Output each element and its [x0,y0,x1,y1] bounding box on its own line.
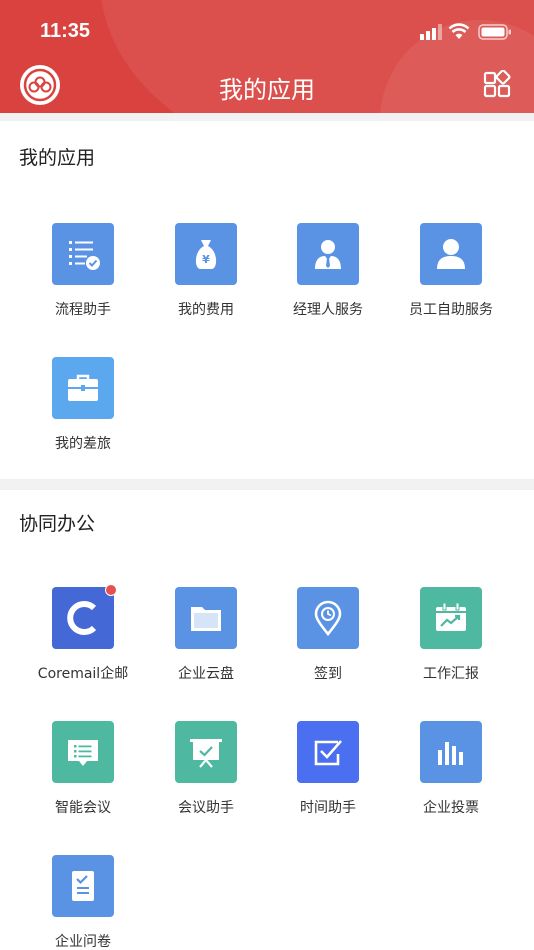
app-label: 企业问卷 [55,934,111,950]
app-label: 流程助手 [55,302,111,318]
checklist-icon [52,223,114,285]
status-time: 11:35 [40,20,91,42]
coremail-icon [52,584,117,649]
employee-icon [420,223,482,285]
checkbox-icon [297,721,359,783]
app-header: 11:35 我的应用 [0,0,534,113]
section-title: 协同办公 [19,513,96,535]
app-label: 会议助手 [178,800,234,816]
bar-chart-icon [420,721,482,783]
section-collaboration: 协同办公 Coremail企邮 企业云盘 签到 工作汇报 智能会议 会议助手 时… [0,490,534,950]
app-manager-service[interactable]: 经理人服务 [273,223,383,319]
app-label: 工作汇报 [423,666,479,682]
app-meeting-assistant[interactable]: 会议助手 [151,721,261,817]
page-title: 我的应用 [219,76,315,104]
calendar-chart-icon [420,587,482,649]
battery-icon [478,24,511,40]
app-process-assistant[interactable]: 流程助手 [28,223,138,319]
app-enterprise-vote[interactable]: 企业投票 [396,721,506,817]
app-label: 经理人服务 [293,302,363,318]
app-label: 我的差旅 [55,436,111,452]
signal-icon [420,24,442,40]
app-label: 企业投票 [423,800,479,816]
app-label: 签到 [314,666,342,682]
app-check-in[interactable]: 签到 [273,587,383,683]
section-title: 我的应用 [19,147,96,169]
location-pin-icon [297,587,359,649]
app-time-assistant[interactable]: 时间助手 [273,721,383,817]
status-bar: 11:35 [0,0,534,62]
app-enterprise-survey[interactable]: 企业问卷 [28,855,138,950]
document-check-icon [52,855,114,917]
chat-bubble-icon [52,721,114,783]
section-my-apps: 我的应用 流程助手 ¥ 我的费用 经理人服务 员工自助服务 我的差旅 [0,121,534,479]
money-bag-icon: ¥ [175,223,237,285]
app-label: 我的费用 [178,302,234,318]
app-cloud-drive[interactable]: 企业云盘 [151,587,261,683]
presentation-board-icon [175,721,237,783]
app-work-report[interactable]: 工作汇报 [396,587,506,683]
briefcase-icon [52,357,114,419]
manager-icon [297,223,359,285]
app-grid-icon[interactable] [482,70,512,100]
app-label: 时间助手 [300,800,356,816]
app-my-expenses[interactable]: ¥ 我的费用 [151,223,261,319]
app-label: 员工自助服务 [409,302,493,318]
app-label: 企业云盘 [178,666,234,682]
folder-icon [175,587,237,649]
svg-text:¥: ¥ [202,253,210,266]
wifi-icon [448,23,470,39]
app-label: 智能会议 [55,800,111,816]
app-smart-meeting[interactable]: 智能会议 [28,721,138,817]
notification-badge [105,584,117,596]
app-employee-self-service[interactable]: 员工自助服务 [396,223,506,319]
app-label: Coremail企邮 [37,666,129,682]
app-my-travel[interactable]: 我的差旅 [28,357,138,453]
app-coremail[interactable]: Coremail企邮 [28,584,138,683]
